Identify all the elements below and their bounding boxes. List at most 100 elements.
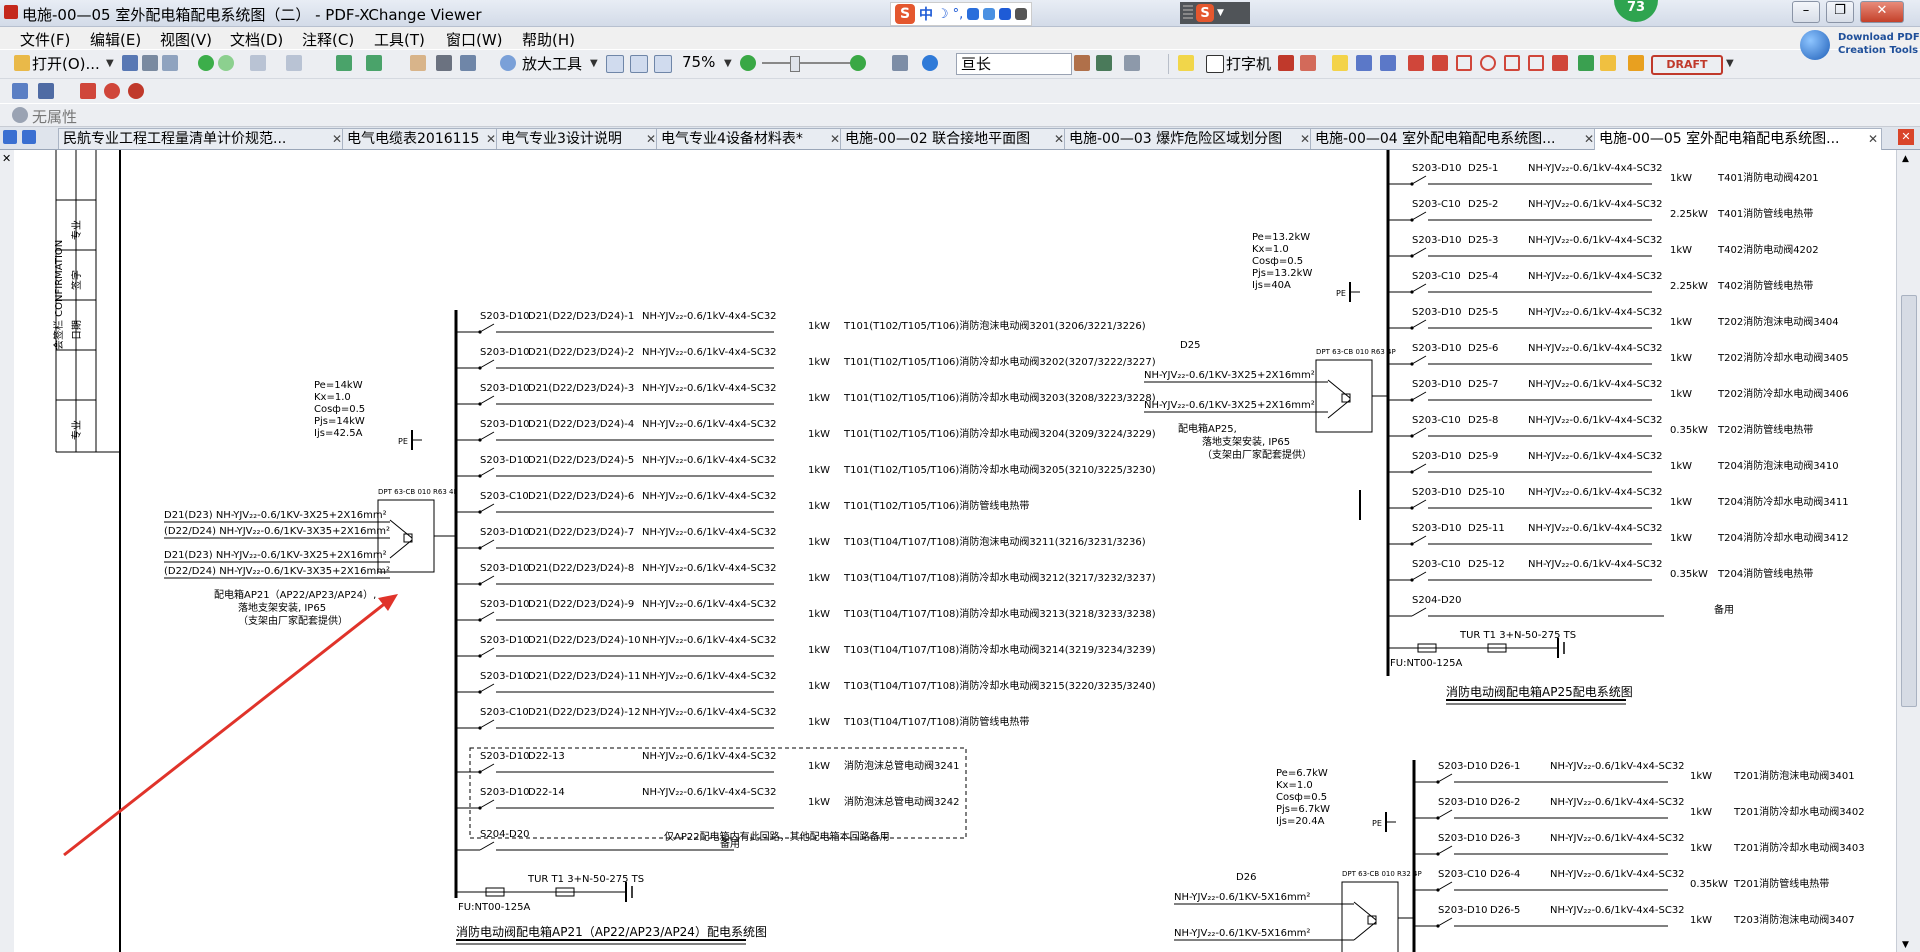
scrollbar-thumb[interactable]	[1901, 295, 1917, 707]
binoculars-icon[interactable]	[892, 55, 908, 71]
close-panel-icon[interactable]: ✕	[2, 152, 11, 165]
arrow-tool-icon[interactable]	[1408, 55, 1424, 71]
zoom-slider-thumb[interactable]	[790, 56, 800, 72]
tab-3[interactable]: 电气专业3设计说明 ✕	[496, 128, 660, 149]
scan-icon[interactable]	[162, 55, 178, 71]
close-tab-icon[interactable]: ✕	[646, 129, 656, 149]
maximize-button[interactable]: ❐	[1826, 1, 1854, 23]
find-icon[interactable]	[1074, 55, 1090, 71]
menu-help[interactable]: 帮助(H)	[522, 29, 575, 50]
close-tab-icon[interactable]: ✕	[486, 129, 496, 149]
open-dropdown-icon[interactable]: ▼	[106, 58, 114, 69]
keyboard-icon[interactable]	[967, 8, 980, 20]
menu-comments[interactable]: 注释(C)	[302, 29, 354, 50]
rectangle-tool-icon[interactable]	[1456, 55, 1472, 71]
close-tab-icon[interactable]: ✕	[1300, 129, 1310, 149]
typewriter-button[interactable]: 打字机	[1226, 53, 1271, 74]
measure-icon[interactable]	[104, 83, 120, 99]
tab-list-icon[interactable]	[22, 130, 36, 144]
chevron-down-icon[interactable]: ▼	[1217, 8, 1224, 18]
download-pdf-tools-link[interactable]: Download PDF Creation Tools	[1798, 28, 1920, 64]
vertical-scrollbar[interactable]: ▲ ▼	[1896, 150, 1920, 952]
rotate-left-icon[interactable]	[336, 55, 352, 71]
ime-floating-bar[interactable]: S ▼	[1180, 2, 1250, 24]
redo-icon[interactable]	[286, 55, 302, 71]
save-icon[interactable]	[122, 55, 138, 71]
close-tab-icon[interactable]: ✕	[830, 129, 840, 149]
ime-chinese-mode[interactable]: 中	[919, 4, 933, 24]
search-input[interactable]: 亘长	[956, 53, 1072, 75]
line-tool-icon[interactable]	[1432, 55, 1448, 71]
menu-edit[interactable]: 编辑(E)	[90, 29, 141, 50]
fit-page-icon[interactable]	[630, 55, 648, 73]
hand-tool-icon[interactable]	[410, 55, 426, 71]
stamp-dropdown-icon[interactable]: ▼	[1726, 58, 1734, 69]
menu-file[interactable]: 文件(F)	[20, 29, 70, 50]
shirt-icon[interactable]	[999, 8, 1012, 20]
menu-tools[interactable]: 工具(T)	[374, 29, 425, 50]
tab-6[interactable]: 电施-00—03 爆炸危险区域划分图 ✕	[1064, 128, 1314, 149]
stamp-icon[interactable]	[1628, 55, 1644, 71]
polygon-tool-icon[interactable]	[1504, 55, 1520, 71]
notification-badge[interactable]: 73	[1614, 0, 1658, 22]
zoom-in-icon[interactable]	[850, 55, 866, 71]
pencil-tool-icon[interactable]	[1578, 55, 1594, 71]
moon-icon[interactable]: ☽	[937, 7, 949, 22]
forward-icon[interactable]	[218, 55, 234, 71]
tab-8-active[interactable]: 电施-00—05 室外配电箱配电系统图... ✕	[1594, 128, 1882, 150]
skin-icon[interactable]	[983, 8, 996, 20]
scroll-down-icon[interactable]: ▼	[1902, 940, 1909, 950]
open-folder-icon[interactable]	[14, 55, 30, 71]
web-search-icon[interactable]	[922, 55, 938, 71]
zoom-dropdown-icon[interactable]: ▼	[724, 58, 732, 69]
close-button[interactable]: ✕	[1860, 1, 1904, 23]
red-annotation-arrow[interactable]	[63, 594, 398, 857]
grid-view-icon[interactable]	[3, 130, 17, 144]
print-icon[interactable]	[142, 55, 158, 71]
tab-5[interactable]: 电施-00—02 联合接地平面图 ✕	[840, 128, 1068, 149]
eraser-tool-icon[interactable]	[1600, 55, 1616, 71]
punctuation-icon[interactable]: °,	[953, 7, 964, 22]
zoom-level[interactable]: 75%	[682, 53, 715, 71]
find-next-icon[interactable]	[1096, 55, 1112, 71]
layers-icon[interactable]	[12, 83, 28, 99]
back-icon[interactable]	[198, 55, 214, 71]
link-tool-icon[interactable]	[80, 83, 96, 99]
close-tab-icon[interactable]: ✕	[1054, 129, 1064, 149]
oval-tool-icon[interactable]	[1480, 55, 1496, 71]
zoom-tool-button[interactable]: 放大工具	[522, 53, 582, 74]
tab-2[interactable]: 电气电缆表2016115 ✕	[342, 128, 500, 149]
bookmarks-icon[interactable]	[38, 83, 54, 99]
zoom-out-icon[interactable]	[740, 55, 756, 71]
fit-width-icon[interactable]	[654, 55, 672, 73]
zoom-tool-dropdown-icon[interactable]: ▼	[590, 58, 598, 69]
undo-icon[interactable]	[250, 55, 266, 71]
tab-4[interactable]: 电气专业4设备材料表* ✕	[656, 128, 844, 149]
sticky-note-icon[interactable]	[1178, 55, 1194, 71]
close-tab-icon[interactable]: ✕	[1868, 129, 1878, 149]
select-text-icon[interactable]	[460, 55, 476, 71]
snapshot-icon[interactable]	[436, 55, 452, 71]
tab-7[interactable]: 电施-00—04 室外配电箱配电系统图... ✕	[1310, 128, 1598, 149]
rotate-right-icon[interactable]	[366, 55, 382, 71]
ime-toolbar[interactable]: S 中 ☽ °,	[890, 2, 1033, 26]
document-view[interactable]: 会签栏 CONFIRMATION 专业 签字 日期 专业 S203-D10 D21…	[14, 150, 1896, 952]
zoom-slider-track[interactable]	[762, 62, 852, 64]
wrench-icon[interactable]	[1015, 8, 1028, 20]
menu-document[interactable]: 文档(D)	[230, 29, 283, 50]
menu-window[interactable]: 窗口(W)	[446, 29, 503, 50]
callout-icon[interactable]	[1278, 55, 1294, 71]
textbox-icon[interactable]	[1300, 55, 1316, 71]
menu-view[interactable]: 视图(V)	[160, 29, 212, 50]
text-tool-icon[interactable]	[1332, 55, 1348, 71]
polyline-tool-icon[interactable]	[1552, 55, 1568, 71]
underline-icon[interactable]	[1380, 55, 1396, 71]
scroll-up-icon[interactable]: ▲	[1902, 154, 1909, 164]
close-document-icon[interactable]: ✕	[1898, 129, 1914, 145]
open-button[interactable]: 打开(O)...	[32, 53, 100, 74]
help-icon[interactable]	[12, 107, 28, 123]
tab-1[interactable]: 民航专业工程工程量清单计价规范... ✕	[58, 128, 346, 149]
minimize-button[interactable]: –	[1792, 1, 1820, 23]
drag-handle-icon[interactable]	[1183, 5, 1193, 21]
hide-annotations-icon[interactable]	[128, 83, 144, 99]
